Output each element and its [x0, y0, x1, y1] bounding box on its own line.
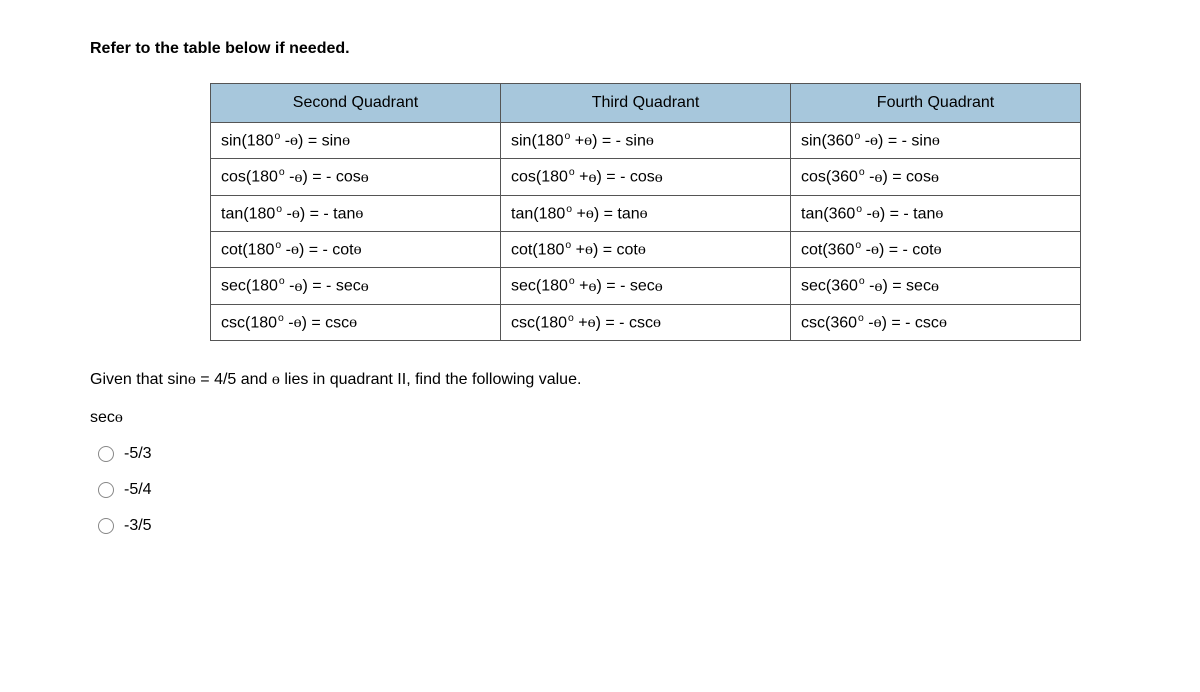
- identity-cell: tan(180o -ɵ) = - tanɵ: [211, 195, 501, 231]
- find-label: secɵ: [90, 409, 1110, 427]
- theta-icon: ɵ: [115, 409, 123, 427]
- table-row: sec(180o -ɵ) = - secɵsec(180o +ɵ) = - se…: [211, 268, 1081, 304]
- radio-icon[interactable]: [98, 482, 114, 498]
- identity-cell: cos(180o -ɵ) = - cosɵ: [211, 159, 501, 195]
- identity-cell: tan(360o -ɵ) = - tanɵ: [791, 195, 1081, 231]
- table-row: cot(180o -ɵ) = - cotɵcot(180o +ɵ) = cotɵ…: [211, 231, 1081, 267]
- identities-table: Second Quadrant Third Quadrant Fourth Qu…: [210, 83, 1081, 341]
- table-row: csc(180o -ɵ) = cscɵcsc(180o +ɵ) = - cscɵ…: [211, 304, 1081, 340]
- identity-cell: sin(360o -ɵ) = - sinɵ: [791, 123, 1081, 159]
- instruction-heading: Refer to the table below if needed.: [90, 40, 1110, 58]
- identity-cell: csc(180o -ɵ) = cscɵ: [211, 304, 501, 340]
- radio-icon[interactable]: [98, 518, 114, 534]
- question-mid: = 4/5 and: [196, 371, 272, 388]
- table-row: sin(180o -ɵ) = sinɵsin(180o +ɵ) = - sinɵ…: [211, 123, 1081, 159]
- question-text: Given that sinɵ = 4/5 and ɵ lies in quad…: [90, 371, 1110, 389]
- identity-cell: tan(180o +ɵ) = tanɵ: [501, 195, 791, 231]
- answer-options: -5/3 -5/4 -3/5: [90, 445, 1110, 535]
- option-label: -3/5: [124, 517, 152, 535]
- answer-option[interactable]: -5/4: [98, 481, 1110, 499]
- table-row: tan(180o -ɵ) = - tanɵtan(180o +ɵ) = tanɵ…: [211, 195, 1081, 231]
- header-third-quadrant: Third Quadrant: [501, 84, 791, 123]
- answer-option[interactable]: -5/3: [98, 445, 1110, 463]
- identity-cell: cot(180o -ɵ) = - cotɵ: [211, 231, 501, 267]
- identity-cell: sec(360o -ɵ) = secɵ: [791, 268, 1081, 304]
- option-label: -5/4: [124, 481, 152, 499]
- identity-cell: cot(180o +ɵ) = cotɵ: [501, 231, 791, 267]
- answer-option[interactable]: -3/5: [98, 517, 1110, 535]
- identity-cell: sec(180o +ɵ) = - secɵ: [501, 268, 791, 304]
- header-fourth-quadrant: Fourth Quadrant: [791, 84, 1081, 123]
- theta-icon: ɵ: [272, 371, 280, 389]
- identity-cell: cos(360o -ɵ) = cosɵ: [791, 159, 1081, 195]
- table-row: cos(180o -ɵ) = - cosɵcos(180o +ɵ) = - co…: [211, 159, 1081, 195]
- question-post: lies in quadrant II, find the following …: [280, 371, 582, 388]
- header-second-quadrant: Second Quadrant: [211, 84, 501, 123]
- question-pre: Given that sin: [90, 371, 188, 388]
- identity-cell: csc(360o -ɵ) = - cscɵ: [791, 304, 1081, 340]
- identity-cell: sin(180o -ɵ) = sinɵ: [211, 123, 501, 159]
- option-label: -5/3: [124, 445, 152, 463]
- theta-icon: ɵ: [188, 371, 196, 389]
- identity-cell: sin(180o +ɵ) = - sinɵ: [501, 123, 791, 159]
- radio-icon[interactable]: [98, 446, 114, 462]
- identity-cell: sec(180o -ɵ) = - secɵ: [211, 268, 501, 304]
- identity-cell: cos(180o +ɵ) = - cosɵ: [501, 159, 791, 195]
- identities-table-container: Second Quadrant Third Quadrant Fourth Qu…: [210, 83, 1110, 341]
- find-function: sec: [90, 409, 115, 426]
- identity-cell: csc(180o +ɵ) = - cscɵ: [501, 304, 791, 340]
- identity-cell: cot(360o -ɵ) = - cotɵ: [791, 231, 1081, 267]
